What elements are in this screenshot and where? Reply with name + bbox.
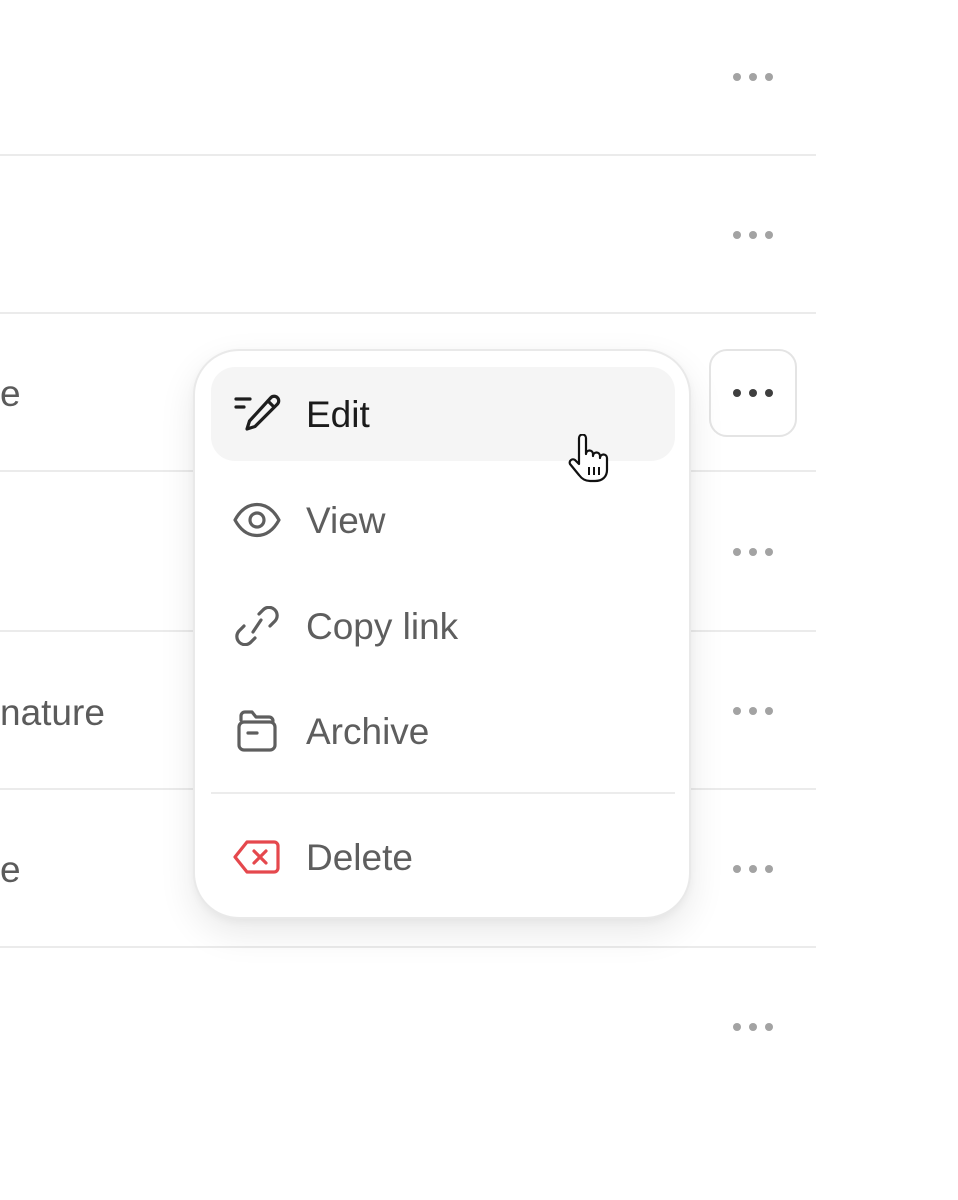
row-text: nature: [0, 692, 105, 733]
more-horizontal-icon: [733, 707, 773, 715]
menu-item-label: Copy link: [306, 605, 459, 647]
table-row: [0, 156, 816, 312]
more-horizontal-icon: [733, 73, 773, 81]
more-actions-button[interactable]: [709, 508, 797, 596]
more-horizontal-icon: [733, 865, 773, 873]
table-row: [0, 948, 816, 1104]
row-text: e: [0, 373, 21, 414]
link-icon: [233, 602, 281, 650]
more-actions-button[interactable]: [709, 825, 797, 913]
hand-pointer-cursor: [566, 433, 610, 489]
delete-icon: [233, 833, 281, 881]
menu-item-label: View: [306, 499, 386, 541]
menu-item-copy-link[interactable]: Copy link: [211, 579, 675, 673]
edit-pen-icon: [233, 390, 281, 438]
more-actions-button[interactable]: [709, 983, 797, 1071]
table-row: [0, 0, 816, 155]
archive-folder-icon: [233, 707, 281, 755]
eye-icon: [233, 496, 281, 544]
menu-item-label: Edit: [306, 393, 370, 435]
row-actions-menu: Edit View Copy link Archive Delete: [193, 349, 691, 919]
menu-item-label: Archive: [306, 710, 430, 752]
more-horizontal-icon: [733, 389, 773, 397]
menu-item-archive[interactable]: Archive: [211, 684, 675, 778]
more-horizontal-icon: [733, 1023, 773, 1031]
more-actions-button[interactable]: [709, 191, 797, 279]
more-horizontal-icon: [733, 231, 773, 239]
menu-item-label: Delete: [306, 836, 413, 878]
more-actions-button[interactable]: [709, 349, 797, 437]
more-actions-button[interactable]: [709, 667, 797, 755]
more-actions-button[interactable]: [709, 33, 797, 121]
menu-divider: [211, 792, 675, 794]
more-horizontal-icon: [733, 548, 773, 556]
row-text: e: [0, 849, 21, 890]
menu-item-delete[interactable]: Delete: [211, 810, 675, 904]
